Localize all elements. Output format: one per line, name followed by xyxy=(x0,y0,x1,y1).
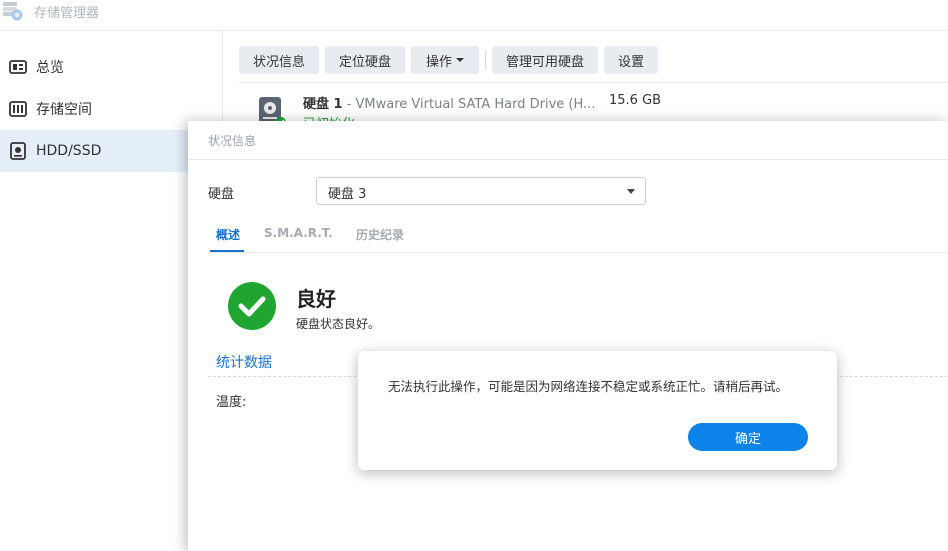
disk-title: 硬盘 1 - VMware Virtual SATA Hard Drive (H… xyxy=(303,93,595,112)
disk-size: 15.6 GB xyxy=(609,93,662,108)
disk-model: - VMware Virtual SATA Hard Drive (H... xyxy=(342,97,596,112)
disk-name: 硬盘 1 xyxy=(303,97,343,112)
caret-down-icon xyxy=(456,58,464,62)
manage-available-disks-button[interactable]: 管理可用硬盘 xyxy=(492,46,598,74)
sidebar-item-label: 存储空间 xyxy=(36,102,92,118)
tab-history[interactable]: 历史纪录 xyxy=(356,226,404,243)
locate-disk-label: 定位硬盘 xyxy=(338,54,391,70)
tabs-divider xyxy=(208,252,948,253)
list-divider xyxy=(239,82,948,83)
chevron-down-icon xyxy=(627,189,635,194)
temperature-label: 温度: xyxy=(216,395,247,410)
storage-manager-app-icon xyxy=(3,2,23,21)
check-circle-icon xyxy=(228,282,276,330)
sidebar-item-label: HDD/SSD xyxy=(36,143,102,159)
dialog-title: 状况信息 xyxy=(208,134,257,148)
dialog-title-divider xyxy=(188,159,948,160)
action-label: 操作 xyxy=(425,54,452,70)
settings-button[interactable]: 设置 xyxy=(604,46,658,74)
action-dropdown-button[interactable]: 操作 xyxy=(411,46,479,74)
disk-select-value: 硬盘 3 xyxy=(328,187,367,202)
app-title-bar: 存储管理器 xyxy=(0,0,948,31)
disk-list-row[interactable]: 硬盘 1 - VMware Virtual SATA Hard Drive (H… xyxy=(239,86,948,132)
disk-field-label: 硬盘 xyxy=(208,187,235,202)
statistics-section-title: 统计数据 xyxy=(216,355,272,371)
health-status-title: 良好 xyxy=(296,287,336,311)
tab-overview[interactable]: 概述 xyxy=(216,226,240,243)
sidebar-item-overview[interactable]: 总览 xyxy=(0,46,222,88)
sidebar-item-label: 总览 xyxy=(36,60,64,76)
ok-button[interactable]: 确定 xyxy=(688,423,808,451)
ok-button-label: 确定 xyxy=(734,431,761,447)
health-status-description: 硬盘状态良好。 xyxy=(296,317,381,331)
locate-disk-button[interactable]: 定位硬盘 xyxy=(325,46,405,74)
status-info-button[interactable]: 状况信息 xyxy=(239,46,319,74)
status-info-label: 状况信息 xyxy=(252,54,305,70)
error-alert-dialog: 无法执行此操作，可能是因为网络连接不稳定或系统正忙。请稍后再试。 确定 xyxy=(358,351,837,470)
toolbar-divider xyxy=(485,50,486,70)
disk-select[interactable]: 硬盘 3 xyxy=(316,177,646,205)
storage-pool-icon xyxy=(9,101,27,117)
hdd-icon xyxy=(10,142,26,160)
manage-available-disks-label: 管理可用硬盘 xyxy=(505,54,584,70)
settings-label: 设置 xyxy=(617,54,644,70)
tab-smart[interactable]: S.M.A.R.T. xyxy=(264,226,333,240)
status-info-dialog: 状况信息 硬盘 硬盘 3 概述 S.M.A.R.T. 历史纪录 良好 硬盘状态良… xyxy=(188,121,948,551)
app-title: 存储管理器 xyxy=(34,6,100,21)
alert-message: 无法执行此操作，可能是因为网络连接不稳定或系统正忙。请稍后再试。 xyxy=(388,379,789,394)
overview-icon xyxy=(9,60,27,74)
